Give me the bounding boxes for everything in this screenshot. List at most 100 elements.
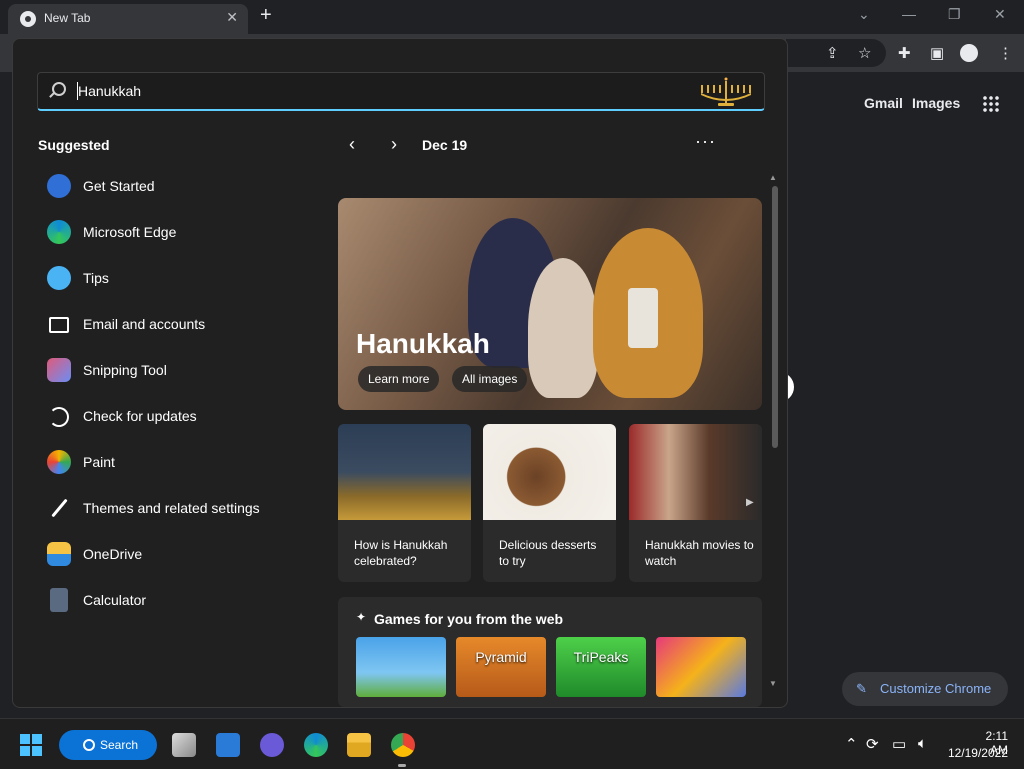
search-input[interactable]: Hanukkah (37, 72, 765, 111)
menu-icon[interactable]: ⋮ (998, 44, 1013, 62)
sync-icon[interactable]: ⟳ (866, 735, 879, 753)
learn-more-button[interactable]: Learn more (358, 366, 440, 392)
game-tile[interactable] (656, 637, 746, 697)
scroll-down-arrow-icon[interactable]: ▼ (769, 679, 777, 688)
tab-search-chevron-icon[interactable]: ⌄ (858, 6, 870, 23)
close-window-button[interactable]: ✕ (994, 6, 1006, 23)
app-onedrive[interactable]: OneDrive (47, 536, 307, 572)
star-icon[interactable]: ☆ (858, 44, 871, 62)
date-label: Dec 19 (422, 137, 468, 153)
active-app-indicator (398, 764, 406, 767)
chrome-favicon-icon (20, 11, 36, 27)
app-label: Snipping Tool (83, 362, 167, 378)
minimize-button[interactable]: — (902, 6, 916, 22)
previous-day-button[interactable]: ‹ (349, 134, 355, 155)
google-apps-icon[interactable] (982, 95, 1000, 113)
search-icon (52, 82, 66, 96)
app-snipping-tool[interactable]: Snipping Tool (47, 352, 307, 388)
menorah-icon (701, 77, 751, 106)
app-label: Themes and related settings (83, 500, 260, 516)
calculator-icon (50, 588, 68, 612)
show-hidden-icons-chevron-icon[interactable]: ⌃ (845, 735, 858, 753)
customize-chrome-button[interactable]: ✎ Customize Chrome (842, 672, 1008, 706)
taskbar-search-label: Search (100, 738, 139, 752)
palette-icon (47, 450, 71, 474)
widgets-icon[interactable] (216, 733, 240, 757)
card-text: Hanukkah movies to watch (645, 538, 754, 568)
edge-icon (47, 220, 71, 244)
scroll-up-arrow-icon[interactable]: ▲ (769, 173, 777, 182)
brush-icon (51, 498, 68, 518)
taskbar: Search ⌃ ⟳ ▭ 🔈︎ 2:11 AM 12/19/2022 (0, 718, 1024, 769)
games-section: ✦ Games for you from the web Pyramid Tri… (338, 597, 762, 707)
edge-taskbar-icon[interactable] (304, 733, 328, 757)
hanukkah-hero-card[interactable]: Hanukkah Learn more All images (338, 198, 762, 410)
hero-person (528, 258, 598, 398)
app-get-started[interactable]: Get Started (47, 168, 307, 204)
windows-search-panel: Hanukkah Suggested Get Started Microsoft… (12, 38, 788, 708)
taskbar-search-button[interactable]: Search (59, 730, 157, 760)
start-button-windows-icon[interactable] (20, 734, 42, 756)
app-label: OneDrive (83, 546, 143, 562)
tab-strip: New Tab ✕ + ⌄ — ❐ ✕ (0, 0, 1024, 34)
scrollbar-thumb[interactable] (772, 186, 778, 448)
chrome-taskbar-icon[interactable] (391, 733, 415, 757)
games-title: Games for you from the web (374, 611, 564, 627)
app-email-and-accounts[interactable]: Email and accounts (47, 306, 307, 342)
app-themes-and-related-settings[interactable]: Themes and related settings (47, 490, 307, 526)
app-check-for-updates[interactable]: Check for updates (47, 398, 307, 434)
tab-new-tab[interactable]: New Tab ✕ (8, 4, 248, 34)
app-label: Paint (83, 454, 115, 470)
suggested-heading: Suggested (38, 137, 110, 153)
app-microsoft-edge[interactable]: Microsoft Edge (47, 214, 307, 250)
gmail-link[interactable]: Gmail (864, 95, 903, 111)
folder-cloud-icon (47, 542, 71, 566)
profile-icon[interactable] (960, 44, 978, 62)
scissors-icon (47, 358, 71, 382)
app-paint[interactable]: Paint (47, 444, 307, 480)
share-icon[interactable]: ⇪ (826, 44, 839, 62)
game-tile[interactable] (356, 637, 446, 697)
sidepanel-icon[interactable]: ▣ (930, 44, 944, 62)
tab-close-icon[interactable]: ✕ (226, 9, 238, 26)
lightbulb-icon (47, 266, 71, 290)
game-tile-tripeaks[interactable]: TriPeaks (556, 637, 646, 697)
card-how-celebrated[interactable]: How is Hanukkah celebrated? (338, 424, 471, 582)
card-image (338, 424, 471, 520)
hero-title: Hanukkah (356, 328, 490, 359)
tab-title: New Tab (44, 11, 91, 25)
card-desserts[interactable]: Delicious desserts to try (483, 424, 616, 582)
app-label: Microsoft Edge (83, 224, 177, 240)
chat-icon[interactable] (260, 733, 284, 757)
customize-chrome-label: Customize Chrome (880, 681, 992, 696)
images-link[interactable]: Images (912, 95, 960, 111)
app-label: Check for updates (83, 408, 197, 424)
app-label: Email and accounts (83, 316, 206, 332)
cards-next-arrow-icon[interactable]: ▶ (746, 497, 754, 508)
clock-date[interactable]: 12/19/2022 (946, 746, 1008, 760)
card-text: Delicious desserts to try (499, 538, 597, 568)
refresh-icon (49, 407, 69, 427)
get-started-icon (47, 174, 71, 198)
card-movies[interactable]: Hanukkah movies to watch (629, 424, 762, 582)
card-text: How is Hanukkah celebrated? (354, 538, 448, 568)
maximize-button[interactable]: ❐ (948, 6, 961, 23)
network-icon[interactable]: ▭ (892, 735, 906, 753)
app-calculator[interactable]: Calculator (47, 582, 307, 618)
game-tile-pyramid[interactable]: Pyramid (456, 637, 546, 697)
extensions-icon[interactable]: ✚ (898, 44, 911, 62)
card-image (483, 424, 616, 520)
card-image (629, 424, 762, 520)
gamepad-icon: ✦ (356, 610, 367, 624)
file-explorer-icon[interactable] (347, 733, 371, 757)
game-label: TriPeaks (573, 649, 629, 665)
new-tab-button[interactable]: + (260, 5, 272, 25)
app-label: Calculator (83, 592, 147, 608)
task-view-icon[interactable] (172, 733, 196, 757)
volume-icon[interactable]: 🔈︎ (918, 735, 927, 752)
more-options-button[interactable]: ··· (695, 131, 716, 152)
next-day-button[interactable]: › (391, 134, 397, 155)
all-images-button[interactable]: All images (452, 366, 528, 392)
app-label: Tips (83, 270, 109, 286)
app-tips[interactable]: Tips (47, 260, 307, 296)
